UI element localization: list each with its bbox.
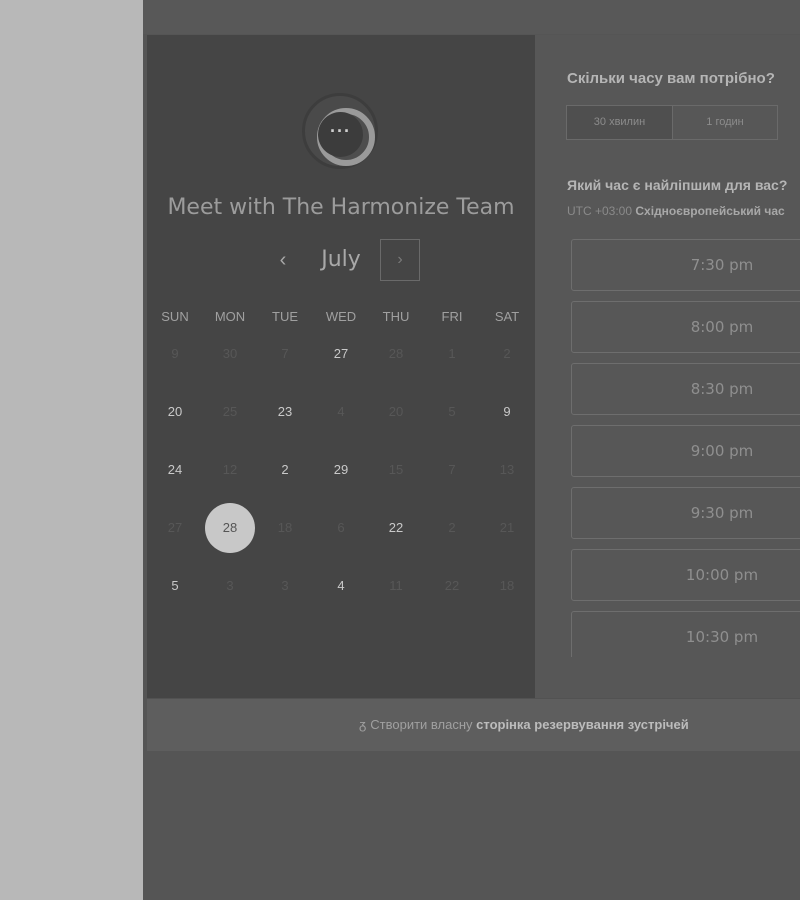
calendar-day-selected[interactable]: 28 [205,503,255,553]
calendar-day: 7 [281,346,289,361]
calendar-day: 12 [222,462,238,477]
duration-question: Скільки часу вам потрібно? [567,70,775,87]
time-slot-label: 10:00 pm [685,566,759,584]
calendar-day[interactable]: 29 [316,445,366,495]
calendar-day: 28 [388,346,404,361]
timezone-label: UTC +03:00 Східноєвропейський час [567,204,785,218]
time-slot-button[interactable]: 7:30 pm [571,239,800,291]
calendar-day[interactable]: 9 [482,387,532,437]
footer-prefix: Створити власну [370,717,473,732]
calendar-day[interactable]: 2 [260,445,310,495]
calendar-day: 25 [222,404,238,419]
page-gutter [0,0,143,900]
calendar-day: 20 [388,404,404,419]
time-slot-label: 9:00 pm [690,442,754,460]
month-label: July [321,247,361,272]
calendar-day: 9 [171,346,179,361]
calendar-day: 4 [337,404,345,419]
calendar-day: 13 [499,462,515,477]
time-slot-label: 9:30 pm [690,504,754,522]
time-slot-list: 7:30 pm 8:00 pm 8:30 pm 9:00 pm 9:30 pm 10:00… [571,239,800,657]
sprocket-logo-icon: ᵹ [359,717,367,732]
calendar-day: 22 [444,578,460,593]
duration-1-hour-button[interactable]: 1 годин [673,106,777,139]
calendar-day[interactable]: 4 [316,561,366,611]
calendar-day: 11 [389,578,403,593]
chevron-right-icon[interactable]: › [380,239,420,281]
duration-30-min-button[interactable]: 30 хвилин [567,106,673,139]
top-bar [143,0,800,34]
calendar-day: 1 [448,346,456,361]
weekday-label: FRI [441,309,463,324]
time-slot-button[interactable]: 9:00 pm [571,425,800,477]
calendar-day: 7 [448,462,456,477]
time-slot-label: 10:30 pm [685,628,759,646]
time-slot-button[interactable]: 8:30 pm [571,363,800,415]
footer-link-text[interactable]: сторінка резервування зустрічей [476,717,689,732]
calendar-day[interactable]: 22 [371,503,421,553]
weekday-header: SUN MON TUE WED THU FRI SAT [147,309,535,329]
chevron-left-icon[interactable]: ‹ [268,243,298,277]
calendar-day: 3 [226,578,234,593]
calendar-day[interactable]: 23 [260,387,310,437]
calendar-day: 18 [499,578,515,593]
calendar-day: 27 [167,520,183,535]
time-question: Який час є найліпшим для вас? [567,177,788,193]
time-slot-button[interactable]: 8:00 pm [571,301,800,353]
timezone-name: Східноєвропейський час [635,204,785,218]
weekday-label: SUN [161,309,189,324]
calendar-day[interactable]: 24 [150,445,200,495]
calendar-day: 2 [503,346,511,361]
calendar-day: 18 [277,520,293,535]
calendar-day: 2 [448,520,456,535]
timezone-offset: UTC +03:00 [567,204,633,218]
month-navigation: ‹ July › [147,238,535,282]
calendar-day[interactable]: 20 [150,387,200,437]
time-slot-label: 8:30 pm [690,380,754,398]
footer: ᵹ Створити власну сторінка резервування з… [147,698,800,751]
meeting-title: Meet with The Harmonize Team [167,195,515,220]
calendar-day: 30 [222,346,238,361]
calendar-day: 5 [448,404,456,419]
meetings-widget: ··· Meet with The Harmonize Team ‹ July … [147,35,800,751]
time-selection-panel: Скільки часу вам потрібно? 30 хвилин 1 г… [535,35,800,698]
calendar-day[interactable]: 27 [316,329,366,379]
duration-toggle: 30 хвилин 1 годин [566,105,778,140]
weekday-label: MON [214,309,246,324]
chat-bubble-dots-icon: ··· [318,112,363,157]
calendar-day: 6 [337,520,345,535]
time-slot-button[interactable]: 10:00 pm [571,549,800,601]
calendar-day[interactable]: 5 [150,561,200,611]
time-slot-button[interactable]: 10:30 pm [571,611,800,657]
weekday-label: WED [325,309,357,324]
weekday-label: SAT [494,309,520,324]
weekday-label: TUE [272,309,298,324]
calendar-day: 3 [281,578,289,593]
calendar-day: 21 [499,520,515,535]
time-slot-label: 7:30 pm [690,256,754,274]
create-booking-page-link[interactable]: ᵹ Створити власну сторінка резервування з… [359,717,689,732]
calendar-panel: ··· Meet with The Harmonize Team ‹ July … [147,35,535,698]
calendar-day: 15 [388,462,404,477]
time-slot-label: 8:00 pm [690,318,754,336]
time-slot-button[interactable]: 9:30 pm [571,487,800,539]
calendar-grid: 9 30 7 27 28 1 2 20 25 23 4 20 5 9 24 12 2 29 15 7 13 27 28 18 6… [147,329,535,619]
weekday-label: THU [382,309,410,324]
